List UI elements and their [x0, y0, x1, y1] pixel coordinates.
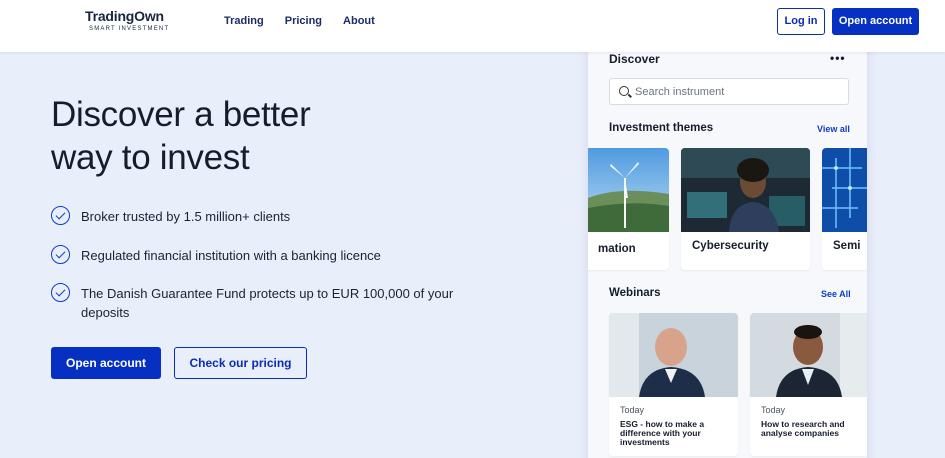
theme-image [822, 148, 867, 232]
feature-item: Broker trusted by 1.5 million+ clients [51, 206, 481, 226]
nav-item-trading[interactable]: Trading [224, 15, 264, 27]
webinars-see-all-link[interactable]: See All [821, 289, 851, 299]
open-account-button[interactable]: Open account [51, 347, 161, 379]
nav-item-pricing[interactable]: Pricing [285, 15, 322, 27]
webinar-date: Today [761, 405, 786, 415]
themes-view-all-link[interactable]: View all [817, 124, 850, 134]
theme-card-cybersecurity[interactable]: Cybersecurity [681, 148, 810, 270]
logo[interactable]: TradingOwn SMART INVESTMENT [85, 8, 169, 32]
theme-card-automation[interactable]: mation [588, 148, 669, 270]
more-options-icon[interactable]: ••• [830, 51, 846, 65]
theme-label: mation [598, 243, 636, 255]
discover-panel: Discover ••• Investment themes View all [588, 40, 867, 458]
investment-themes-title: Investment themes [609, 122, 714, 134]
site-header: TradingOwn SMART INVESTMENT Trading Pric… [0, 0, 945, 52]
webinar-title: ESG - how to make a difference with your… [620, 419, 705, 447]
webinar-card[interactable]: Today ESG - how to make a difference wit… [609, 313, 738, 456]
feature-item: Regulated financial institution with a b… [51, 245, 481, 265]
feature-text: The Danish Guarantee Fund protects up to… [81, 286, 454, 320]
check-circle-icon [51, 283, 70, 302]
webinar-image [609, 313, 738, 397]
theme-image [681, 148, 810, 232]
theme-label: Semi [833, 240, 861, 252]
search-box[interactable] [609, 78, 849, 105]
logo-name: TradingOwn [85, 8, 164, 24]
check-circle-icon [51, 206, 70, 225]
webinar-card[interactable]: Today How to research and analyse compan… [750, 313, 867, 456]
search-input[interactable] [635, 84, 840, 100]
hero-title-line-2: way to invest [51, 138, 250, 177]
hero-title: Discover a better way to invest [51, 93, 471, 179]
main-nav: Trading Pricing About [224, 15, 396, 27]
hero-title-line-1: Discover a better [51, 95, 311, 134]
logo-tagline: SMART INVESTMENT [89, 26, 170, 32]
feature-item: The Danish Guarantee Fund protects up to… [51, 283, 481, 322]
webinar-title: How to research and analyse companies [761, 419, 845, 438]
theme-label: Cybersecurity [692, 240, 769, 252]
feature-text: Regulated financial institution with a b… [81, 248, 381, 263]
webinar-date: Today [620, 405, 645, 415]
theme-image [588, 148, 669, 232]
webinar-image [750, 313, 867, 397]
panel-title: Discover [609, 52, 660, 66]
check-pricing-button[interactable]: Check our pricing [174, 347, 307, 379]
theme-card-semiconductors[interactable]: Semi [822, 148, 867, 270]
webinars-title: Webinars [609, 287, 661, 299]
nav-item-about[interactable]: About [343, 15, 375, 27]
login-button[interactable]: Log in [777, 8, 825, 35]
feature-text: Broker trusted by 1.5 million+ clients [81, 209, 291, 224]
open-account-header-button[interactable]: Open account [832, 8, 919, 35]
check-circle-icon [51, 245, 70, 264]
search-icon [619, 86, 629, 96]
